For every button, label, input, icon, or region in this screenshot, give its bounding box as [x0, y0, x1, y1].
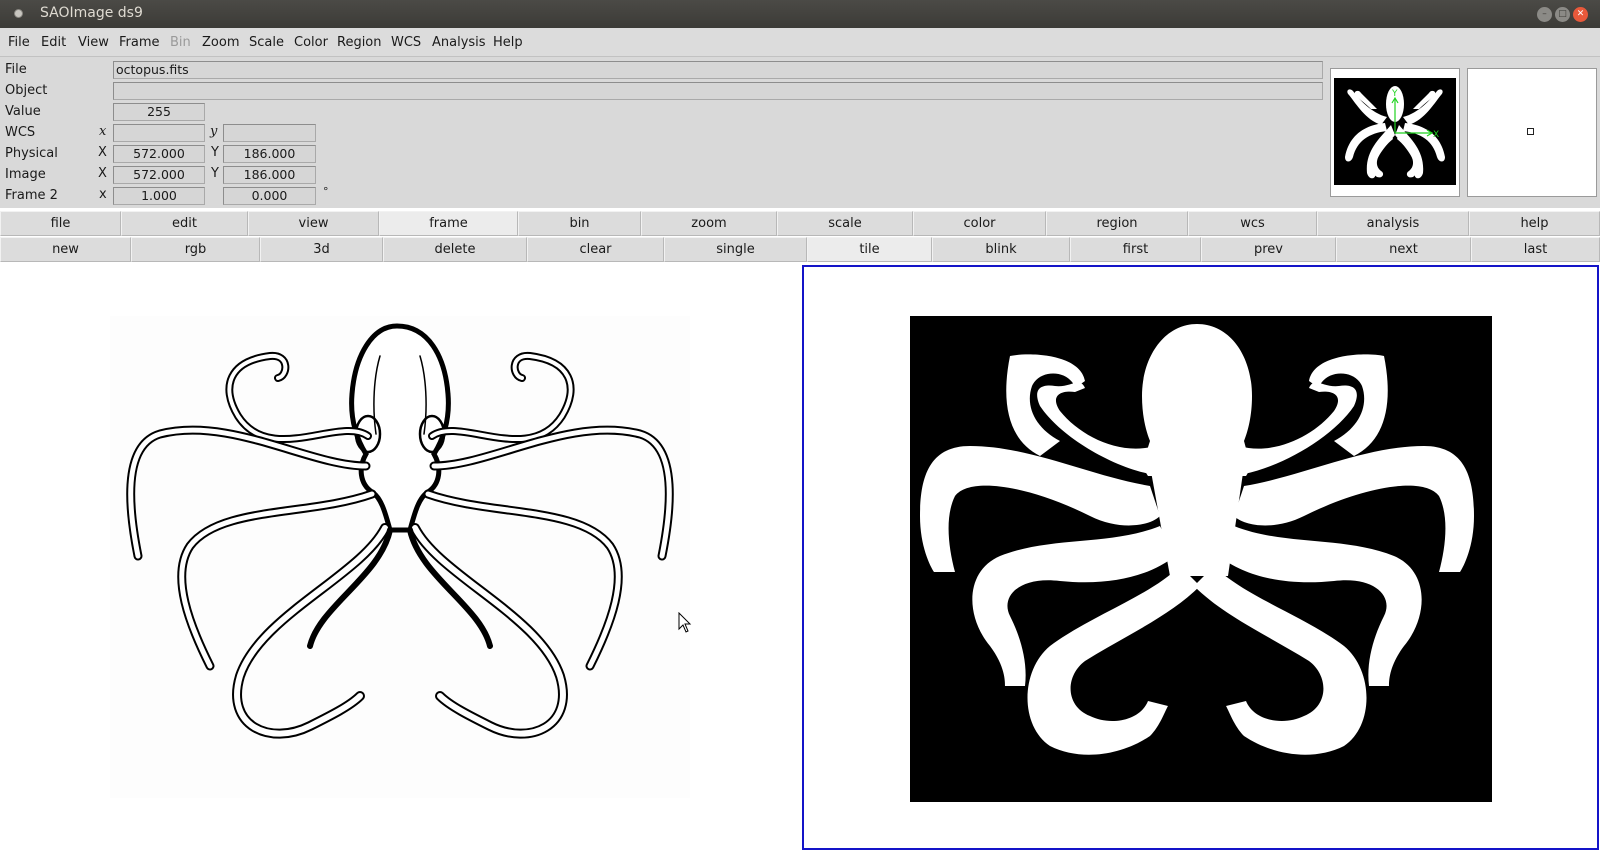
button-tile[interactable]: tile — [807, 237, 932, 262]
button-color[interactable]: color — [913, 211, 1046, 236]
menu-wcs[interactable]: WCS — [391, 35, 421, 50]
button-region[interactable]: region — [1046, 211, 1188, 236]
button-zoom[interactable]: zoom — [641, 211, 777, 236]
button-scale[interactable]: scale — [777, 211, 913, 236]
frame-x-axis-label: x — [99, 187, 107, 202]
physical-y-field: 186.000 — [223, 145, 316, 163]
menu-bin: Bin — [170, 35, 191, 50]
file-field: octopus.fits — [113, 61, 1323, 79]
frame-angle-field: 0.000 — [223, 187, 316, 205]
button-bar-bottom: new rgb 3d delete clear single tile blin… — [0, 237, 1600, 262]
magnifier-cursor-box — [1527, 128, 1534, 135]
button-analysis[interactable]: analysis — [1317, 211, 1469, 236]
button-bin[interactable]: bin — [518, 211, 641, 236]
button-last[interactable]: last — [1471, 237, 1600, 262]
wcs-y-axis-label: y — [210, 124, 218, 139]
value-label: Value — [5, 104, 41, 119]
maximize-icon[interactable]: □ — [1555, 7, 1570, 22]
button-wcs[interactable]: wcs — [1188, 211, 1317, 236]
frame-1-octopus-drawing[interactable] — [110, 316, 690, 798]
button-new[interactable]: new — [0, 237, 131, 262]
image-y-axis-label: Y — [211, 166, 219, 181]
wcs-x-field — [113, 124, 205, 142]
physical-y-axis-label: Y — [211, 145, 219, 160]
wcs-x-axis-label: x — [99, 124, 107, 139]
menu-analysis[interactable]: Analysis — [432, 35, 486, 50]
object-field — [113, 82, 1323, 100]
frame-label: Frame 2 — [5, 188, 58, 203]
physical-x-axis-label: X — [98, 145, 107, 160]
panner-thumbnail: Y X — [1334, 78, 1456, 185]
menu-help[interactable]: Help — [493, 35, 523, 50]
button-frame[interactable]: frame — [379, 211, 518, 236]
physical-label: Physical — [5, 146, 58, 161]
image-x-field: 572.000 — [113, 166, 205, 184]
menu-file[interactable]: File — [8, 35, 30, 50]
button-next[interactable]: next — [1336, 237, 1471, 262]
menu-scale[interactable]: Scale — [249, 35, 284, 50]
frame-2-octopus-mask[interactable] — [910, 316, 1492, 802]
object-label: Object — [5, 83, 48, 98]
button-blink[interactable]: blink — [932, 237, 1070, 262]
button-file[interactable]: file — [0, 211, 121, 236]
button-prev[interactable]: prev — [1201, 237, 1336, 262]
button-rgb[interactable]: rgb — [131, 237, 260, 262]
button-single[interactable]: single — [664, 237, 807, 262]
button-edit[interactable]: edit — [121, 211, 248, 236]
value-field: 255 — [113, 103, 205, 121]
button-3d[interactable]: 3d — [260, 237, 383, 262]
panner-y-axis-label: Y — [1391, 89, 1398, 99]
menu-region[interactable]: Region — [337, 35, 382, 50]
menu-view[interactable]: View — [78, 35, 109, 50]
panner-x-axis-label: X — [1433, 130, 1439, 140]
physical-x-field: 572.000 — [113, 145, 205, 163]
menu-bar: File Edit View Frame Bin Zoom Scale Colo… — [0, 28, 1600, 57]
wcs-y-field — [223, 124, 316, 142]
frame-zoom-field: 1.000 — [113, 187, 205, 205]
button-view[interactable]: view — [248, 211, 379, 236]
button-bar-top: file edit view frame bin zoom scale colo… — [0, 211, 1600, 236]
image-x-axis-label: X — [98, 166, 107, 181]
title-bar: SAOImage ds9 – □ ✕ — [0, 0, 1600, 28]
button-clear[interactable]: clear — [527, 237, 664, 262]
button-first[interactable]: first — [1070, 237, 1201, 262]
window-title: SAOImage ds9 — [40, 5, 143, 21]
button-help[interactable]: help — [1469, 211, 1600, 236]
wcs-label: WCS — [5, 125, 36, 140]
degree-sign: ° — [323, 185, 329, 198]
menu-edit[interactable]: Edit — [41, 35, 66, 50]
button-delete[interactable]: delete — [383, 237, 527, 262]
image-label: Image — [5, 167, 46, 182]
app-icon[interactable] — [14, 9, 23, 18]
mouse-pointer-icon — [678, 612, 692, 633]
close-icon[interactable]: ✕ — [1573, 7, 1588, 22]
panner[interactable]: Y X — [1330, 68, 1460, 197]
file-label: File — [5, 62, 27, 77]
menu-zoom[interactable]: Zoom — [202, 35, 239, 50]
menu-frame[interactable]: Frame — [119, 35, 160, 50]
minimize-icon[interactable]: – — [1537, 7, 1552, 22]
menu-color[interactable]: Color — [294, 35, 328, 50]
image-y-field: 186.000 — [223, 166, 316, 184]
